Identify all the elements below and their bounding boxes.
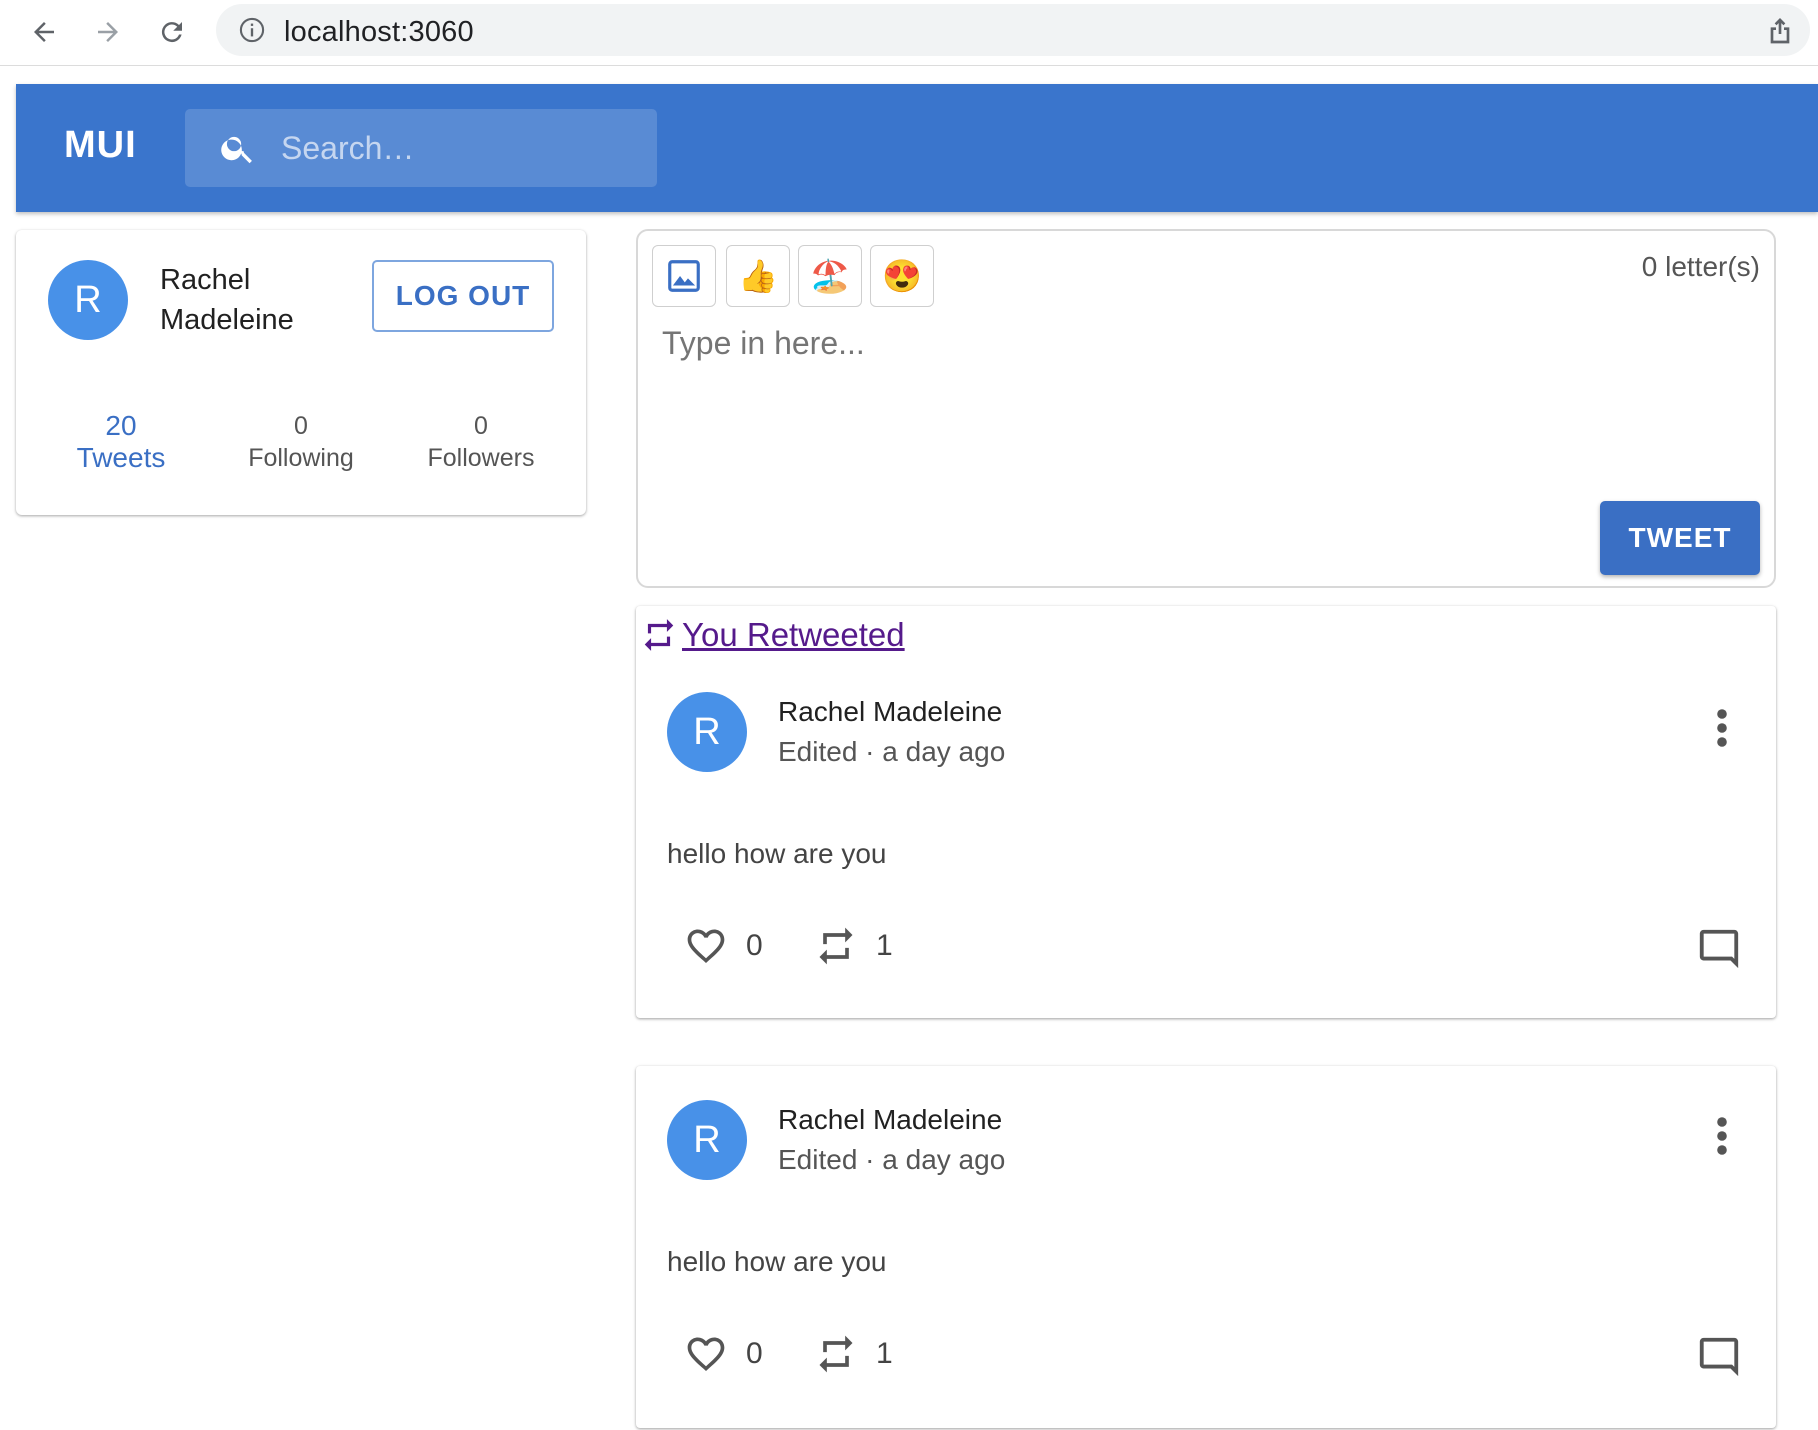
letter-count: 0 letter(s) <box>1641 251 1760 282</box>
stat-followers[interactable]: 0 Followers <box>406 410 556 474</box>
like-count: 0 <box>746 929 763 962</box>
reload-button[interactable] <box>148 10 196 54</box>
tweet-author[interactable]: Rachel Madeleine <box>778 696 1002 728</box>
heart-eyes-icon: 😍 <box>882 258 922 294</box>
retweet-icon <box>819 927 853 965</box>
tweet-body: hello how are you <box>667 1246 887 1277</box>
stat-tweets-count: 20 <box>105 410 137 441</box>
more-vert-icon[interactable] <box>1716 1116 1728 1156</box>
tweet-card: R Rachel Madeleine Edited · a day ago he… <box>636 1066 1776 1428</box>
search-icon <box>221 136 252 164</box>
retweet-count: 1 <box>876 1337 893 1370</box>
profile-name: Rachel Madeleine <box>160 264 294 336</box>
emoji-heart-eyes-button[interactable]: 😍 <box>870 245 934 307</box>
retweet-icon <box>644 619 674 651</box>
profile-avatar: R <box>48 260 128 340</box>
emoji-thumbs-up-button[interactable]: 👍 <box>726 245 790 307</box>
more-vert-icon[interactable] <box>1716 708 1728 748</box>
retweet-count: 1 <box>876 929 893 962</box>
search-input[interactable] <box>281 125 641 171</box>
beach-icon: 🏖️ <box>810 258 850 294</box>
tweet-card: You Retweeted R Rachel Madeleine Edited … <box>636 606 1776 1018</box>
emoji-beach-button[interactable]: 🏖️ <box>798 245 862 307</box>
stat-followers-count: 0 <box>474 412 488 440</box>
browser-toolbar: localhost:3060 <box>0 0 1818 66</box>
stat-following-label: Following <box>248 444 354 472</box>
stat-followers-label: Followers <box>427 444 535 472</box>
like-count: 0 <box>746 1337 763 1370</box>
image-icon <box>668 260 700 292</box>
retweet-icon <box>819 1335 853 1373</box>
tweet-input[interactable] <box>662 325 1742 465</box>
stat-tweets[interactable]: 20 Tweets <box>46 410 196 474</box>
insert-image-button[interactable] <box>652 245 716 307</box>
search-box[interactable] <box>185 109 657 187</box>
app-bar: MUI <box>16 84 1818 212</box>
profile-card: R Rachel Madeleine LOG OUT 20 Tweets 0 F… <box>16 230 586 515</box>
thumbs-up-icon: 👍 <box>738 258 778 294</box>
stat-following-count: 0 <box>294 412 308 440</box>
brand-logo[interactable]: MUI <box>64 124 137 167</box>
tweet-avatar[interactable]: R <box>667 1100 747 1180</box>
retweet-banner: You Retweeted <box>640 612 905 658</box>
tweet-body: hello how are you <box>667 838 887 869</box>
retweet-button[interactable]: 1 <box>814 924 893 968</box>
comment-icon[interactable] <box>1696 1334 1742 1380</box>
url-text[interactable]: localhost:3060 <box>284 16 474 49</box>
heart-outline-icon <box>687 929 725 964</box>
tweet-meta: Edited · a day ago <box>778 736 1006 767</box>
address-bar[interactable]: localhost:3060 <box>216 4 1810 56</box>
stat-following[interactable]: 0 Following <box>226 410 376 474</box>
tweet-composer: 👍 🏖️ 😍 0 letter(s) TWEET <box>636 229 1776 588</box>
like-button[interactable]: 0 <box>684 924 763 968</box>
tweet-meta: Edited · a day ago <box>778 1144 1006 1175</box>
arrow-left-icon <box>34 22 54 42</box>
retweet-button[interactable]: 1 <box>814 1332 893 1376</box>
like-button[interactable]: 0 <box>684 1332 763 1376</box>
tweet-button[interactable]: TWEET <box>1600 501 1760 575</box>
reload-icon <box>161 22 182 43</box>
logout-button[interactable]: LOG OUT <box>372 260 554 332</box>
forward-button[interactable] <box>84 10 132 54</box>
info-icon[interactable] <box>238 16 266 44</box>
you-retweeted-link[interactable]: You Retweeted <box>682 616 905 654</box>
share-icon[interactable] <box>1764 14 1796 46</box>
arrow-right-icon <box>98 22 118 42</box>
stat-tweets-label: Tweets <box>76 442 166 473</box>
heart-outline-icon <box>687 1337 725 1372</box>
tweet-avatar[interactable]: R <box>667 692 747 772</box>
back-button[interactable] <box>20 10 68 54</box>
comment-icon[interactable] <box>1696 926 1742 972</box>
tweet-author[interactable]: Rachel Madeleine <box>778 1104 1002 1136</box>
